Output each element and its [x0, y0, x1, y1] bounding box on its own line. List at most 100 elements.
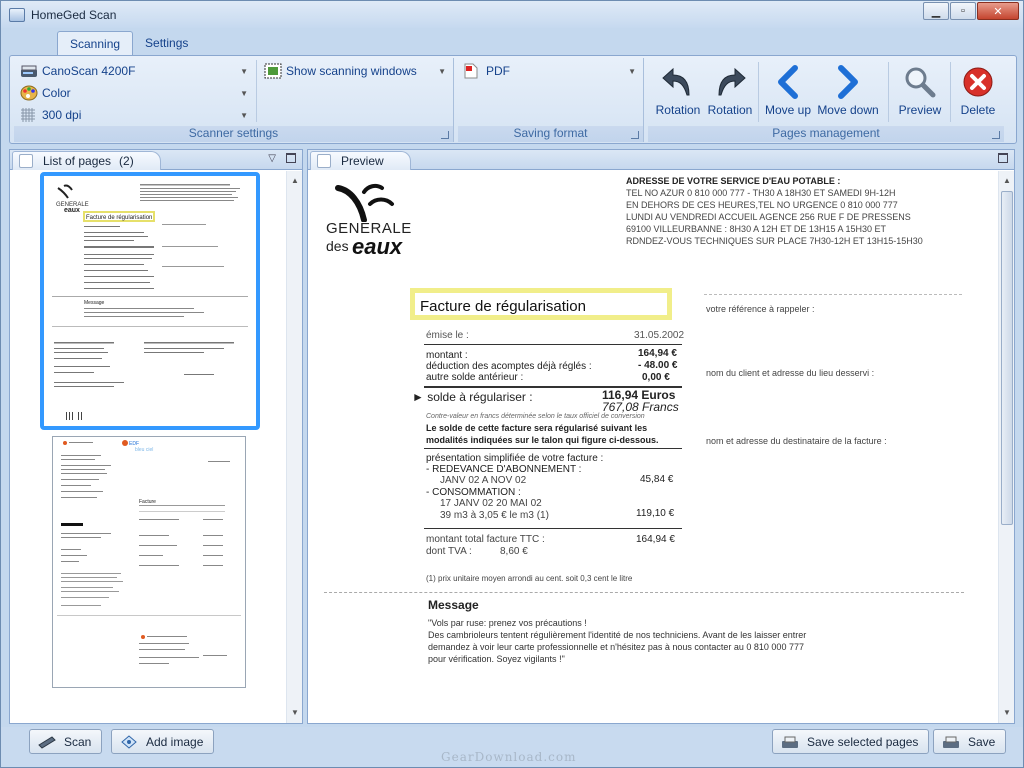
scanner-icon: [38, 735, 56, 749]
reg-line-1: Le solde de cette facture sera régularis…: [426, 423, 648, 433]
save-selected-label: Save selected pages: [807, 734, 919, 749]
presentation-label: présentation simplifiée de votre facture…: [426, 453, 604, 464]
other-balance-label: autre solde antérieur :: [426, 372, 524, 383]
amount-label: montant :: [426, 350, 468, 361]
scan-label: Scan: [64, 734, 92, 749]
svg-text:Message: Message: [84, 300, 105, 306]
page-count: (2): [119, 154, 134, 168]
delete-button[interactable]: Delete: [952, 60, 1004, 122]
preview-button[interactable]: Preview: [894, 60, 946, 122]
deduction-value: - 48.00 €: [638, 360, 678, 371]
scroll-up-arrow[interactable]: ▲: [999, 173, 1015, 189]
list-of-pages-tab[interactable]: List of pages (2): [12, 151, 161, 170]
save-selected-icon: [781, 735, 799, 749]
minimize-button[interactable]: ▁: [923, 2, 949, 20]
amount-value: 164,94 €: [638, 348, 677, 359]
page-thumbnail-1[interactable]: GENERALE eaux Facture de régularisation …: [40, 172, 260, 430]
message-title: Message: [428, 598, 479, 612]
dialog-launcher-icon[interactable]: [631, 131, 639, 139]
scroll-thumb[interactable]: [1001, 191, 1013, 525]
page-icon: [19, 154, 33, 168]
preview-tab[interactable]: Preview: [310, 151, 411, 170]
page-1-preview: GENERALE eaux Facture de régularisation …: [52, 184, 248, 420]
rotate-right-label: Rotation: [707, 103, 753, 117]
header-line: ADRESSE DE VOTRE SERVICE D'EAU POTABLE :: [626, 176, 841, 186]
rotate-left-button[interactable]: Rotation: [652, 60, 704, 122]
solde-label: ► solde à régulariser :: [412, 390, 533, 404]
scanner-label: CanoScan 4200F: [42, 64, 136, 78]
total-label: montant total facture TTC :: [426, 534, 545, 545]
resolution-label: 300 dpi: [42, 108, 82, 122]
redevance-value: 45,84 €: [640, 474, 674, 485]
app-window: HomeGed Scan ▁ ▫ ✕ Scanning Settings Can…: [0, 0, 1024, 768]
consommation-label: - CONSOMMATION :: [426, 487, 521, 498]
scroll-down-arrow[interactable]: ▼: [287, 705, 303, 721]
title-bar: HomeGed Scan ▁ ▫ ✕: [1, 1, 1023, 28]
emise-label: émise le :: [426, 330, 469, 341]
reg-line-2: modalités indiquées sur le talon qui fig…: [426, 435, 659, 445]
tab-settings[interactable]: Settings: [133, 31, 200, 55]
save-button[interactable]: Save: [933, 729, 1007, 754]
triangle-down-icon[interactable]: ▽: [268, 153, 276, 164]
logo-line-2: des: [326, 238, 349, 254]
svg-text:Facture: Facture: [139, 499, 156, 505]
save-selected-pages-button[interactable]: Save selected pages: [772, 729, 930, 754]
maximize-button[interactable]: ▫: [950, 2, 976, 20]
window-title: HomeGed Scan: [31, 7, 117, 22]
page-thumbnail-2[interactable]: EDF bleu ciel Facture: [52, 436, 246, 688]
rotate-left-label: Rotation: [655, 103, 701, 117]
page-icon: [317, 154, 331, 168]
move-up-button[interactable]: Move up: [762, 60, 814, 122]
list-title: List of pages: [43, 154, 112, 168]
svg-text:eaux: eaux: [64, 207, 80, 214]
svg-text:bleu ciel: bleu ciel: [135, 447, 153, 453]
list-scrollbar[interactable]: ▲ ▼: [286, 171, 302, 723]
tva-label: dont TVA :: [426, 546, 472, 557]
scanner-settings-group: CanoScan 4200F ▼ Color ▼ 300 dpi ▼ Show …: [14, 58, 454, 142]
rotate-right-button[interactable]: Rotation: [704, 60, 756, 122]
scan-button[interactable]: Scan: [29, 729, 103, 754]
save-label: Save: [968, 734, 996, 749]
preview-scrollbar[interactable]: ▲ ▼: [998, 171, 1014, 723]
add-image-icon: [120, 734, 138, 749]
maximize-panel-icon[interactable]: [286, 153, 296, 163]
add-image-button[interactable]: Add image: [111, 729, 215, 754]
footer-bar: Scan Add image Save selected pages Save …: [1, 727, 1023, 767]
move-up-label: Move up: [764, 103, 812, 117]
preview-label: Preview: [898, 103, 942, 117]
redevance-label: - REDEVANCE D'ABONNEMENT :: [426, 464, 582, 475]
dialog-launcher-icon[interactable]: [441, 131, 449, 139]
save-icon: [942, 735, 960, 749]
generale-des-eaux-logo: [335, 183, 394, 222]
conso-detail: 39 m3 à 3,05 € le m3 (1): [440, 510, 549, 521]
solde-francs: 767,08 Francs: [602, 400, 679, 414]
preview-panel: Preview GENERALE des eaux ADRESSE DE VOT…: [307, 149, 1015, 724]
tab-scanning[interactable]: Scanning: [57, 31, 134, 55]
show-scanning-windows-select[interactable]: Show scanning windows ▼: [264, 61, 450, 81]
palette-icon: [20, 85, 38, 101]
message-line: pour vérification. Soyez vigilants !": [428, 654, 565, 664]
color-mode-label: Color: [42, 86, 71, 100]
message-line: Des cambrioleurs tentent régulièrement l…: [428, 630, 807, 640]
scanner-select[interactable]: CanoScan 4200F ▼: [20, 61, 252, 81]
dialog-launcher-icon[interactable]: [992, 131, 1000, 139]
conso-value: 119,10 €: [636, 508, 675, 519]
header-line: TEL NO AZUR 0 810 000 777 - TH30 A 18H30…: [626, 188, 896, 198]
close-button[interactable]: ✕: [977, 2, 1019, 20]
move-down-button[interactable]: Move down: [817, 60, 879, 122]
rotate-right-icon: [712, 64, 748, 100]
total-value: 164,94 €: [636, 534, 675, 545]
scanner-settings-label: Scanner settings: [14, 126, 453, 142]
scroll-up-arrow[interactable]: ▲: [287, 173, 303, 189]
maximize-panel-icon[interactable]: [998, 153, 1008, 163]
scroll-down-arrow[interactable]: ▼: [999, 705, 1015, 721]
format-select[interactable]: PDF ▼: [464, 61, 640, 81]
add-image-label: Add image: [146, 734, 204, 749]
format-label: PDF: [486, 64, 510, 78]
saving-format-group: PDF ▼ Saving format: [458, 58, 644, 142]
header-line: RDNDEZ-VOUS TECHNIQUES SUR PLACE 7H30-12…: [626, 236, 923, 246]
resolution-select[interactable]: 300 dpi ▼: [20, 105, 252, 125]
scanner-icon: [20, 63, 37, 79]
color-mode-select[interactable]: Color ▼: [20, 83, 252, 103]
emise-date: 31.05.2002: [634, 330, 685, 341]
